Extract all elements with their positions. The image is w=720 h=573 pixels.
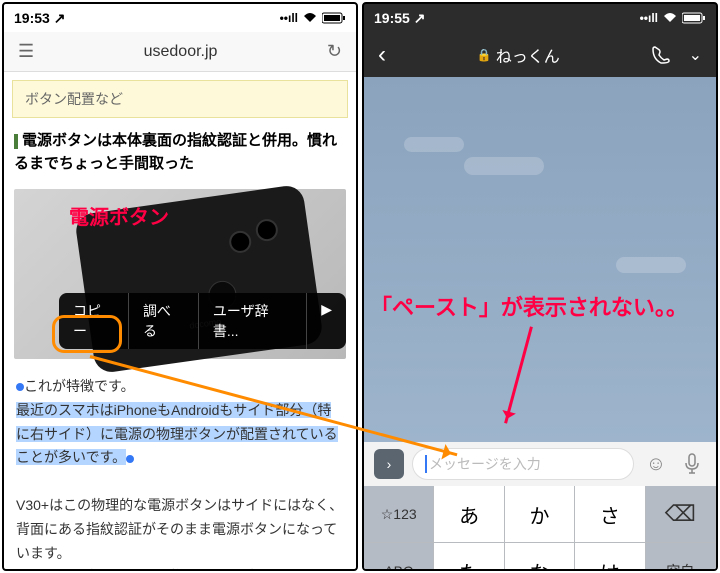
copy-highlight-box bbox=[52, 315, 122, 353]
kb-key-ka[interactable]: か bbox=[505, 486, 575, 542]
wifi-icon bbox=[662, 12, 678, 24]
article-heading: 電源ボタンは本体裏面の指紋認証と併用。慣れるまでちょっと手間取った bbox=[4, 126, 356, 179]
expand-button[interactable]: › bbox=[374, 449, 404, 479]
userdict-menu-item[interactable]: ユーザ辞書... bbox=[199, 293, 307, 349]
kb-key-ha[interactable]: は bbox=[575, 543, 645, 571]
menu-icon[interactable]: ☰ bbox=[18, 41, 34, 62]
kb-backspace-key[interactable]: ⌫ bbox=[646, 486, 716, 542]
chevron-down-icon[interactable]: ⌄ bbox=[689, 45, 702, 65]
keyboard: ☆123 あ か さ ⌫ ABC た な は 空白 bbox=[364, 486, 716, 571]
status-bar-left: 19:53 ↗ ••ıll bbox=[4, 4, 356, 32]
browser-toolbar: ☰ usedoor.jp ↻ bbox=[4, 32, 356, 72]
section-banner: ボタン配置など bbox=[12, 80, 348, 118]
chat-title: ねっくん bbox=[496, 43, 560, 67]
lock-icon: 🔒 bbox=[477, 48, 492, 62]
kb-abc-key[interactable]: ABC bbox=[364, 543, 434, 571]
kb-key-ta[interactable]: た bbox=[434, 543, 504, 571]
location-icon: ↗ bbox=[54, 10, 66, 26]
message-input-bar: › メッセージを入力 ☺ bbox=[364, 442, 716, 486]
reload-icon[interactable]: ↻ bbox=[327, 41, 342, 62]
signal-icon: ••ıll bbox=[280, 11, 298, 25]
kb-key-sa[interactable]: さ bbox=[575, 486, 645, 542]
annotation-label: 電源ボタン bbox=[69, 201, 169, 230]
chat-background[interactable] bbox=[364, 77, 716, 442]
more-menu-item[interactable]: ▶ bbox=[307, 293, 346, 349]
emoji-icon[interactable]: ☺ bbox=[642, 450, 670, 478]
status-bar-right: 19:55 ↗ ••ıll bbox=[364, 4, 716, 32]
back-icon[interactable]: ‹ bbox=[378, 41, 386, 69]
article-photo: 電源ボタン docomo コピー 調べる ユーザ辞書... ▶ bbox=[14, 189, 346, 359]
kb-space-key[interactable]: 空白 bbox=[646, 543, 716, 571]
battery-icon bbox=[682, 12, 706, 24]
chat-header: ‹ 🔒 ねっくん ⌄ bbox=[364, 32, 716, 77]
signal-icon: ••ıll bbox=[640, 11, 658, 25]
battery-icon bbox=[322, 12, 346, 24]
kb-mode-key[interactable]: ☆123 bbox=[364, 486, 434, 542]
mic-icon[interactable] bbox=[678, 450, 706, 478]
location-icon: ↗ bbox=[414, 10, 426, 26]
kb-key-a[interactable]: あ bbox=[434, 486, 504, 542]
kb-key-na[interactable]: な bbox=[505, 543, 575, 571]
url-text[interactable]: usedoor.jp bbox=[144, 43, 218, 61]
call-icon[interactable] bbox=[651, 45, 671, 65]
wifi-icon bbox=[302, 12, 318, 24]
lookup-menu-item[interactable]: 調べる bbox=[129, 293, 199, 349]
annotation-overlay-text: 「ペースト」が表示されない。。 bbox=[370, 290, 688, 322]
article-body[interactable]: これが特徴です。 最近のスマホはiPhoneもAndroidもサイド部分（特に右… bbox=[4, 369, 356, 571]
